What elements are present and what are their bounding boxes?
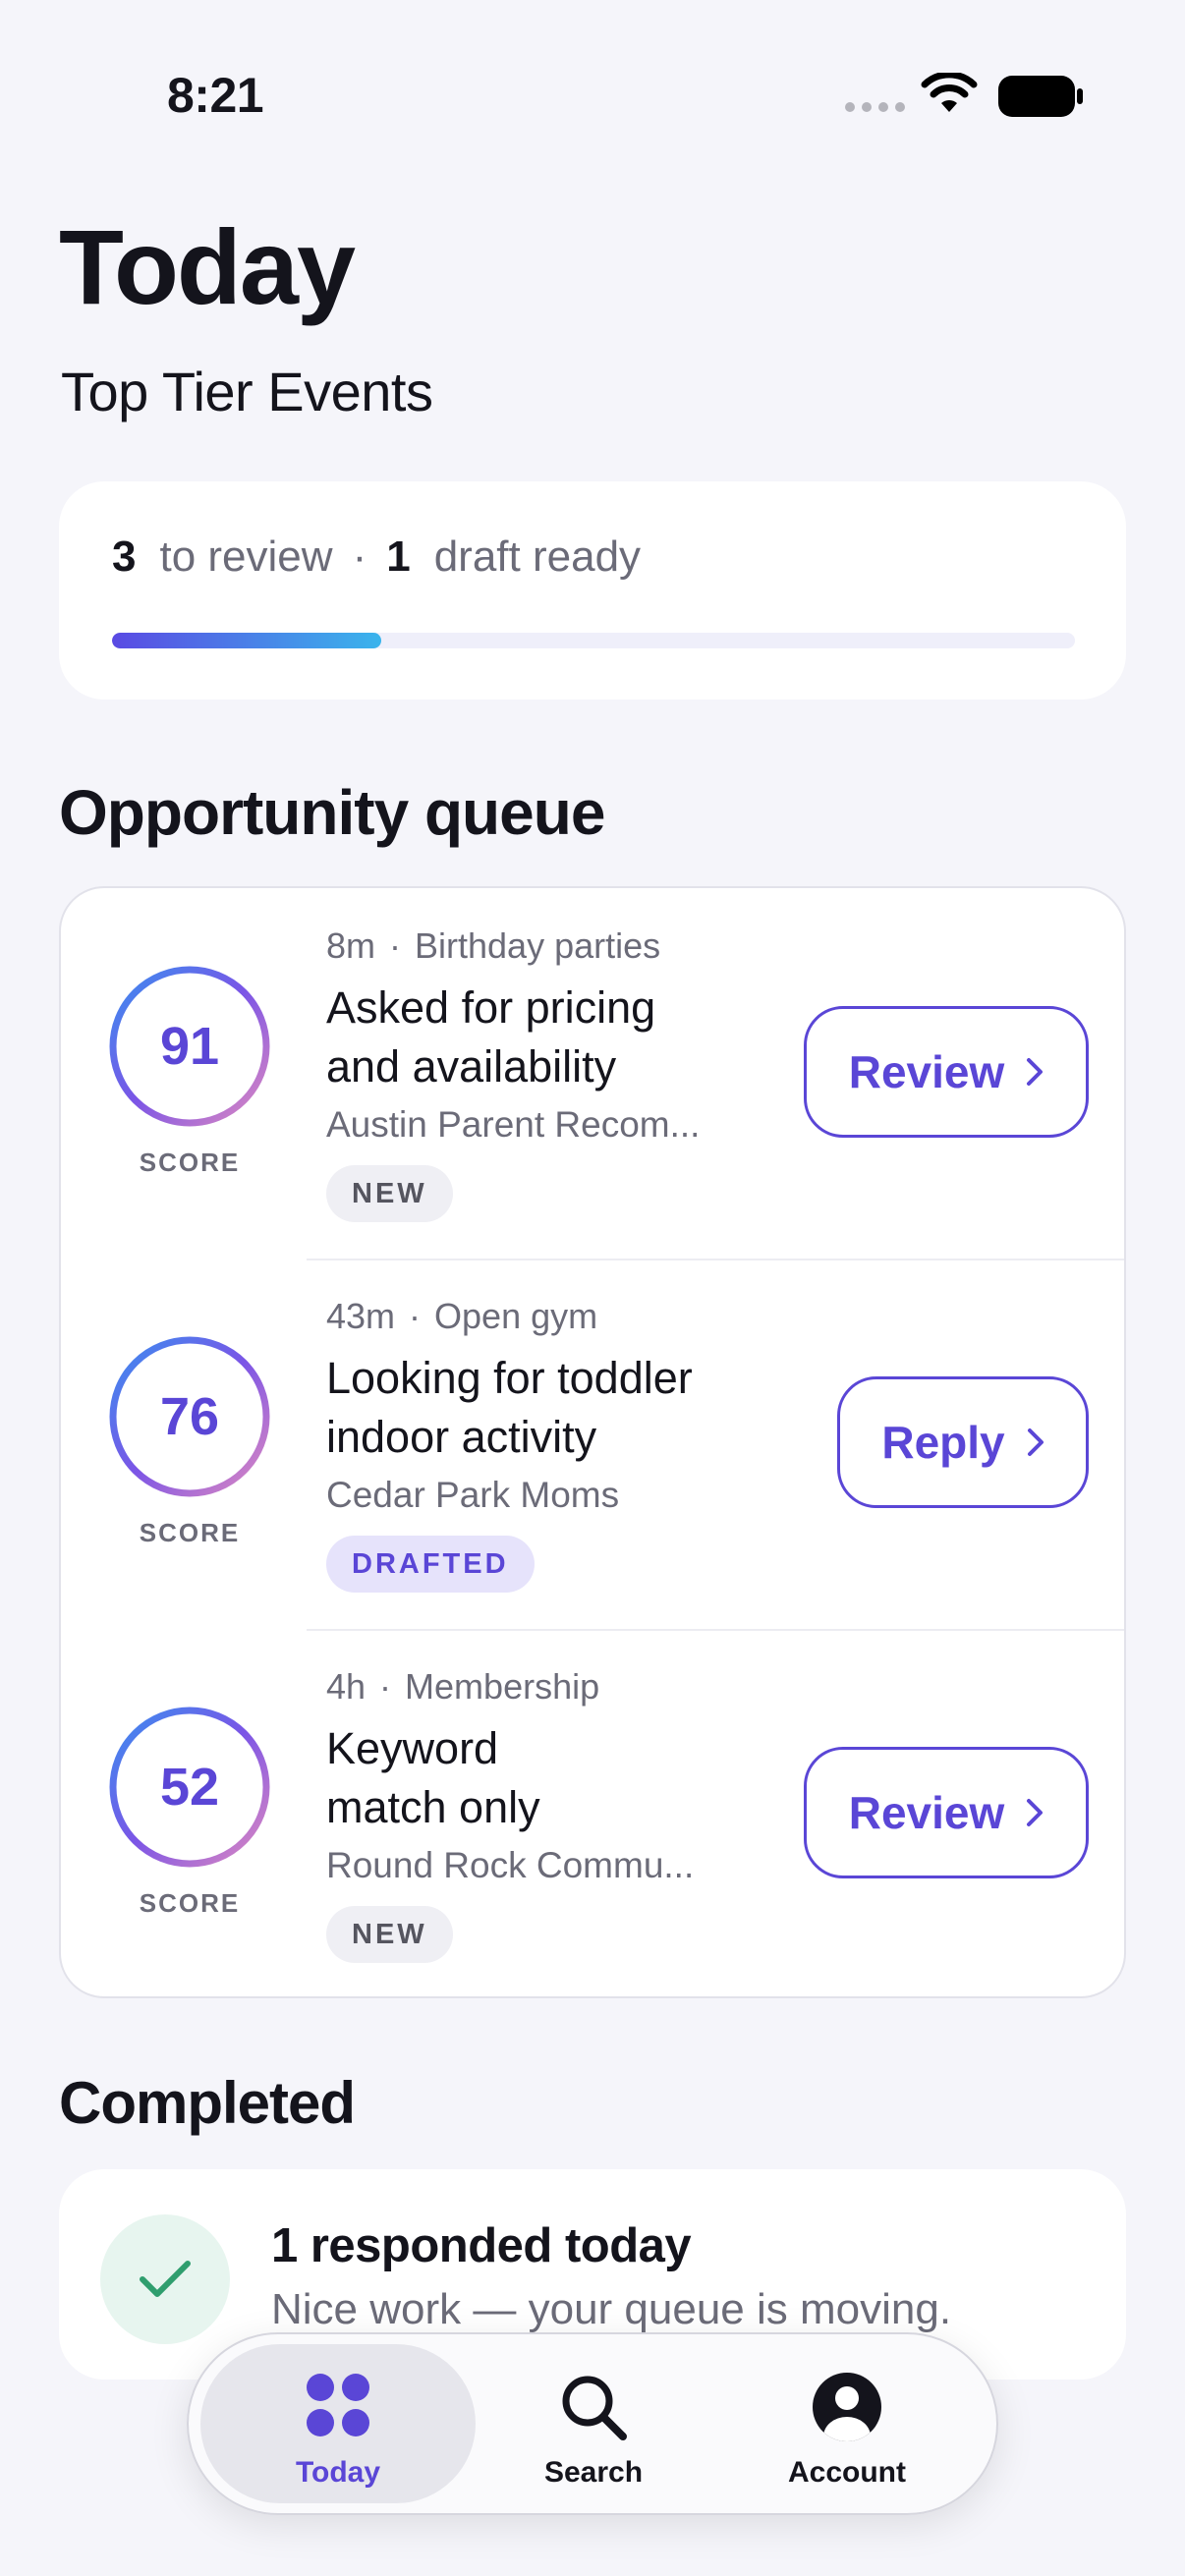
review-label: to review [159, 532, 333, 581]
opportunity-queue: 91 SCORE 8m · Birthday parties Asked for p… [59, 886, 1126, 1998]
page-subtitle: Top Tier Events [61, 361, 433, 422]
item-meta: 8m · Birthday parties [326, 925, 661, 966]
item-title: Looking for toddler indoor activity [326, 1353, 693, 1462]
queue-section-title: Opportunity queue [59, 777, 605, 848]
row-divider [307, 1629, 1124, 1631]
status-bar: 8:21 [0, 0, 1185, 196]
summary-card: 3 to review · 1 draft ready [59, 481, 1126, 700]
tab-bar: Today Search Account [187, 2332, 998, 2515]
item-meta: 4h · Membership [326, 1666, 600, 1707]
reply-button-label: Reply [881, 1417, 1005, 1468]
chevron-right-icon [1027, 1058, 1044, 1086]
queue-item[interactable]: 52 SCORE 4h · Membership Keyword match onl… [61, 1629, 1124, 1996]
queue-item[interactable]: 91 SCORE 8m · Birthday parties Asked for p… [61, 888, 1124, 1259]
score-label: SCORE [139, 1888, 241, 1918]
review-button-label: Review [848, 1046, 1005, 1097]
completed-title: 1 responded today [271, 2219, 692, 2272]
item-title: Keyword match only [326, 1723, 540, 1832]
chevron-right-icon [1027, 1428, 1044, 1456]
tab-search-label: Search [543, 2456, 644, 2489]
score-value: 91 [159, 1017, 220, 1076]
review-button[interactable]: Review [804, 1006, 1089, 1138]
grid-dots-icon [307, 2374, 369, 2436]
item-source: Cedar Park Moms [326, 1475, 620, 1515]
item-title: Asked for pricing and availability [326, 982, 656, 1092]
review-button[interactable]: Review [804, 1747, 1089, 1878]
tab-account[interactable]: Account [709, 2344, 985, 2503]
tab-today[interactable]: Today [200, 2344, 476, 2503]
queue-item[interactable]: 76 SCORE 43m · Open gym Looking for toddle… [61, 1259, 1124, 1629]
item-category: Birthday parties [415, 925, 661, 966]
page-title: Today [59, 207, 356, 326]
battery-icon [998, 76, 1083, 117]
score-value: 52 [159, 1758, 220, 1817]
tab-today-label: Today [295, 2456, 381, 2489]
progress-fill [112, 633, 382, 648]
reply-button[interactable]: Reply [837, 1376, 1089, 1508]
tab-account-label: Account [788, 2456, 906, 2489]
draft-label: draft ready [433, 532, 642, 581]
check-circle [100, 2214, 230, 2344]
item-time: 8m [326, 925, 376, 966]
magnifier-icon [562, 2376, 627, 2440]
checkmark-icon [140, 2261, 191, 2297]
tab-search[interactable]: Search [456, 2344, 731, 2503]
score-label: SCORE [139, 1148, 241, 1177]
wifi-icon [921, 73, 978, 112]
row-divider [307, 1259, 1124, 1260]
summary-separator: · [352, 532, 367, 581]
chevron-right-icon [1027, 1799, 1044, 1826]
item-category: Membership [405, 1666, 600, 1707]
progress-bar [112, 633, 1075, 648]
status-time: 8:21 [167, 68, 264, 123]
score-label: SCORE [139, 1518, 241, 1547]
item-meta: 43m · Open gym [326, 1296, 598, 1336]
completed-section-title: Completed [59, 2070, 356, 2136]
item-time: 43m [326, 1296, 396, 1336]
item-time: 4h [326, 1666, 367, 1707]
item-category: Open gym [434, 1296, 598, 1336]
review-button-label: Review [848, 1787, 1005, 1838]
cellular-signal-icon [845, 102, 905, 112]
person-circle-icon [813, 2373, 881, 2441]
item-source: Austin Parent Recom... [326, 1104, 701, 1145]
draft-count: 1 [386, 532, 411, 581]
status-badge: NEW [326, 1906, 453, 1963]
status-badge: NEW [326, 1165, 453, 1222]
score-value: 76 [159, 1387, 220, 1446]
completed-subtitle: Nice work — your queue is moving. [271, 2285, 952, 2333]
item-source: Round Rock Commu... [326, 1845, 695, 1885]
summary-line: 3 to review · 1 draft ready [112, 532, 641, 582]
review-count: 3 [112, 532, 137, 581]
status-badge: DRAFTED [326, 1536, 535, 1593]
